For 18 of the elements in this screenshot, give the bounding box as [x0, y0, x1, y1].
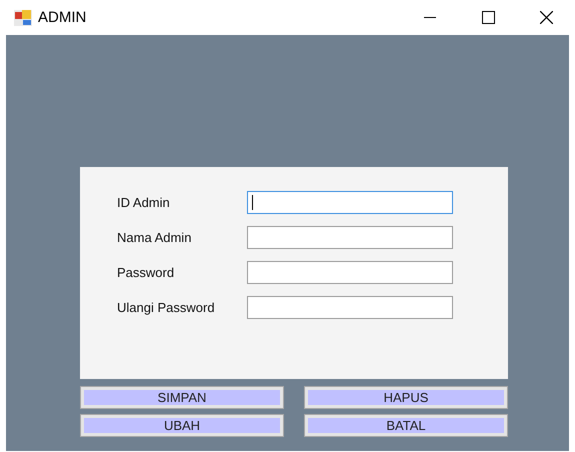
app-icon — [14, 10, 32, 26]
field-label: ID Admin — [117, 195, 171, 210]
minimize-icon — [424, 16, 436, 18]
action-button[interactable]: HAPUS — [305, 387, 507, 408]
action-button[interactable]: BATAL — [305, 415, 507, 436]
action-button[interactable]: SIMPAN — [81, 387, 283, 408]
input-field[interactable] — [247, 191, 453, 214]
action-button[interactable]: UBAH — [81, 415, 283, 436]
close-icon — [540, 11, 552, 24]
field-label: Password — [117, 265, 176, 280]
field-label: Nama Admin — [117, 230, 192, 245]
input-field[interactable] — [247, 296, 453, 319]
text-caret — [252, 195, 253, 210]
field-label: Ulangi Password — [117, 300, 216, 315]
maximize-icon — [482, 11, 494, 24]
input-field[interactable] — [247, 261, 453, 284]
window-title: ADMIN — [38, 9, 88, 26]
input-field[interactable] — [247, 226, 453, 249]
